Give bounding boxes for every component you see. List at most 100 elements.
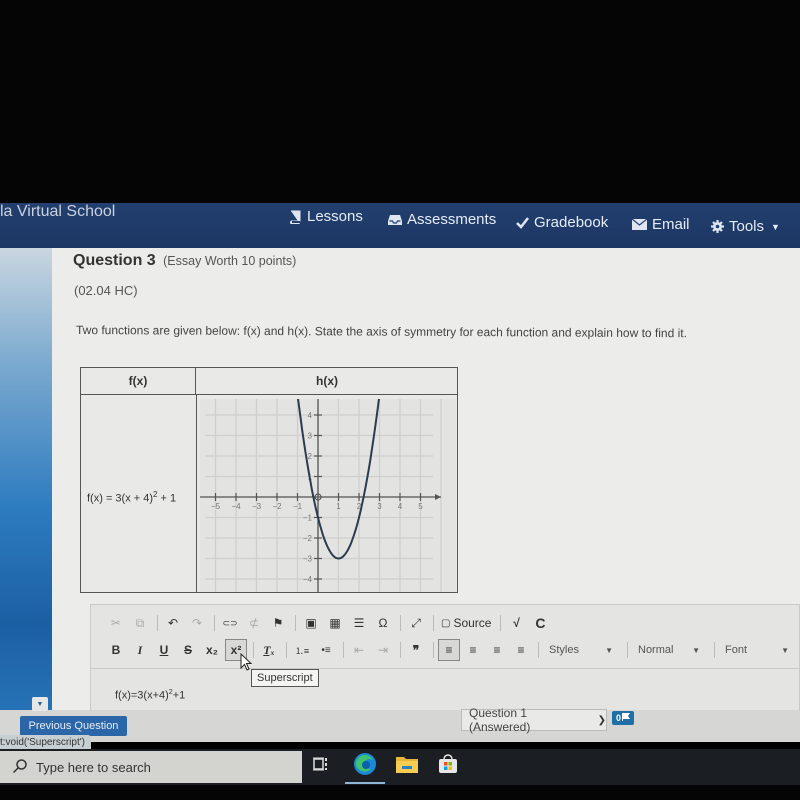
indent-button[interactable]: ⇥ — [372, 639, 394, 661]
desktop-wallpaper — [0, 248, 58, 718]
toolbar-separator — [627, 642, 628, 658]
nav-gradebook-label: Gradebook — [534, 214, 609, 231]
school-brand[interactable]: la Virtual School — [0, 203, 115, 221]
store-button[interactable] — [434, 752, 462, 780]
undo-icon: ↶ — [167, 616, 179, 630]
numbered-list-button[interactable]: ⒈≡ — [291, 639, 313, 661]
math-button[interactable]: √ — [505, 612, 527, 634]
redo-button[interactable]: ↷ — [186, 612, 208, 634]
superscript-tooltip: Superscript — [251, 669, 319, 687]
special-char-button[interactable]: Ω — [372, 612, 394, 634]
styles-label: Styles — [549, 644, 579, 656]
nav-lessons[interactable]: Lessons — [288, 208, 363, 225]
caret-down-icon: ▼ — [771, 221, 780, 232]
align-center-icon: ≡ — [469, 643, 477, 657]
remove-format-button[interactable]: Tₓ — [258, 639, 280, 661]
x-tick-label: 1 — [336, 502, 341, 511]
toolbar-separator — [433, 642, 434, 658]
toolbar-separator — [500, 615, 502, 631]
search-icon — [12, 758, 28, 777]
maximize-button[interactable]: ⤢ — [405, 612, 427, 634]
question-select[interactable]: Question 1 (Answered) ❯ — [461, 706, 607, 734]
y-tick-label: −2 — [303, 534, 313, 543]
task-view-button[interactable] — [307, 752, 335, 780]
scissors-icon: ✂ — [110, 616, 122, 630]
active-app-indicator — [345, 782, 385, 784]
redo-icon: ↷ — [191, 616, 203, 630]
flag-count-badge[interactable]: 0 — [612, 711, 634, 725]
caret-down-icon: ▼ — [605, 645, 613, 655]
nav-tools-label: Tools — [729, 218, 765, 235]
align-right-button[interactable]: ≡ — [486, 639, 508, 661]
align-center-button[interactable]: ≡ — [462, 639, 484, 661]
toolbar-divider — [91, 668, 799, 669]
link-button[interactable]: ⊂⊃ — [219, 612, 241, 634]
file-explorer-button[interactable] — [393, 752, 421, 780]
unlink-button[interactable]: ⊄ — [243, 612, 265, 634]
fx-equation-tail: + 1 — [157, 492, 177, 505]
horizontal-line-button[interactable]: ☰ — [348, 612, 370, 634]
justify-button[interactable]: ≡ — [510, 639, 532, 661]
remove-format-icon: Tₓ — [263, 642, 275, 657]
underline-button[interactable]: U — [153, 639, 175, 661]
nav-email[interactable]: Email — [632, 216, 690, 233]
subscript-button[interactable]: x₂ — [201, 639, 223, 661]
sqrt-icon: √ — [513, 616, 520, 630]
bold-button[interactable]: B — [105, 639, 127, 661]
nav-tools[interactable]: Tools ▼ — [711, 218, 780, 235]
justify-icon: ≡ — [517, 643, 525, 657]
caret-down-icon: ▼ — [781, 645, 789, 655]
italic-button[interactable]: I — [129, 639, 151, 661]
nav-lessons-label: Lessons — [307, 208, 363, 225]
table-divider — [196, 395, 197, 593]
x-tick-label: −3 — [252, 502, 262, 511]
table-button[interactable]: ▦ — [324, 612, 346, 634]
styles-dropdown[interactable]: Styles ▼ — [543, 639, 619, 661]
nav-assessments[interactable]: Assessments — [388, 211, 496, 228]
toolbar-separator — [400, 642, 401, 658]
store-bag-icon — [438, 753, 458, 779]
italic-icon: I — [137, 642, 143, 657]
strikethrough-icon: S — [183, 643, 192, 657]
task-view-icon — [313, 757, 329, 776]
question-title: Question 3 — [73, 252, 156, 269]
editor-toolbar-row-1: ✂ ⧉ ↶ ↷ ⊂⊃ ⊄ ⚑ ▣ ▦ ☰ Ω ⤢ ▢ Source √ C — [105, 611, 553, 635]
collapse-toggle[interactable]: ▼ — [32, 697, 48, 711]
chem-button[interactable]: C — [529, 612, 551, 634]
outdent-button[interactable]: ⇤ — [348, 639, 370, 661]
underline-icon: U — [159, 643, 169, 657]
question-select-value: Question 1 (Answered) — [469, 706, 531, 734]
chem-icon: C — [535, 615, 546, 631]
y-tick-label: −1 — [303, 514, 313, 523]
font-dropdown[interactable]: Font ▼ — [719, 639, 795, 661]
caret-down-icon: ▼ — [36, 700, 44, 708]
nav-gradebook[interactable]: Gradebook — [516, 214, 608, 231]
image-button[interactable]: ▣ — [300, 612, 322, 634]
y-tick-label: 2 — [308, 452, 313, 461]
previous-question-button[interactable]: Previous Question — [20, 716, 127, 736]
anchor-button[interactable]: ⚑ — [267, 612, 289, 634]
blockquote-button[interactable]: ❞ — [405, 639, 427, 661]
format-dropdown[interactable]: Normal ▼ — [632, 639, 706, 661]
toolbar-separator — [286, 642, 287, 658]
taskbar-search[interactable]: Type here to search — [0, 751, 302, 783]
omega-icon: Ω — [378, 616, 388, 630]
question-worth: (Essay Worth 10 points) — [163, 254, 297, 268]
source-label: Source — [453, 616, 492, 630]
editor-content[interactable]: f(x)=3(x+4)2+1 — [115, 689, 185, 702]
bulleted-list-button[interactable]: •≡ — [315, 639, 337, 661]
fx-equation: f(x) = 3(x + 4)2 + 1 — [87, 490, 176, 505]
align-left-button[interactable]: ≡ — [438, 639, 460, 661]
table-header-hx: h(x) — [196, 368, 458, 395]
taskbar-search-placeholder: Type here to search — [36, 759, 151, 775]
source-button[interactable]: ▢ Source — [438, 612, 494, 634]
copy-button[interactable]: ⧉ — [129, 612, 151, 634]
cut-button[interactable]: ✂ — [105, 612, 127, 634]
toolbar-separator — [714, 642, 715, 658]
font-label: Font — [725, 644, 748, 656]
screen-bezel-bottom — [0, 785, 800, 800]
strikethrough-button[interactable]: S — [177, 639, 199, 661]
undo-button[interactable]: ↶ — [162, 612, 184, 634]
edge-taskbar-button[interactable] — [351, 752, 379, 780]
copy-icon: ⧉ — [135, 615, 145, 630]
